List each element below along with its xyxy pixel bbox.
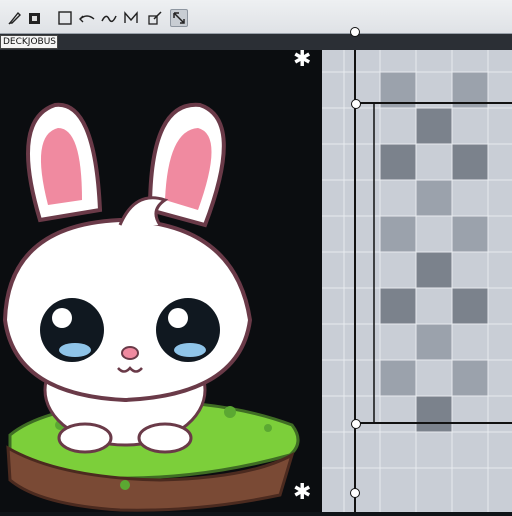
edit-icon[interactable] [146,9,164,27]
transform-handle-bottom[interactable] [350,488,360,498]
undo-icon[interactable] [78,9,96,27]
brush-icon[interactable] [6,9,24,27]
artwork-canvas[interactable] [0,50,322,512]
fill-icon[interactable] [26,9,44,27]
layer-bar: DECKJOBUS [0,34,512,50]
rectangle-select-icon[interactable] [56,9,74,27]
transform-handle-upper[interactable] [351,99,361,109]
transform-handle-lower[interactable] [351,419,361,429]
sparkle-icon: ✱ [293,47,312,72]
transform-handle-top[interactable] [350,27,360,37]
lasso-icon[interactable] [170,9,188,27]
sparkle-icon: ✱ [293,480,312,505]
bunny-illustration [2,102,300,512]
toolbar [0,0,512,34]
layer-tab[interactable]: DECKJOBUS [0,35,58,49]
checkerboard [322,50,512,512]
checker-cells [322,50,512,512]
smudge-icon[interactable] [100,9,118,27]
transparency-grid-panel[interactable] [322,27,512,512]
transform-icon[interactable] [122,9,140,27]
